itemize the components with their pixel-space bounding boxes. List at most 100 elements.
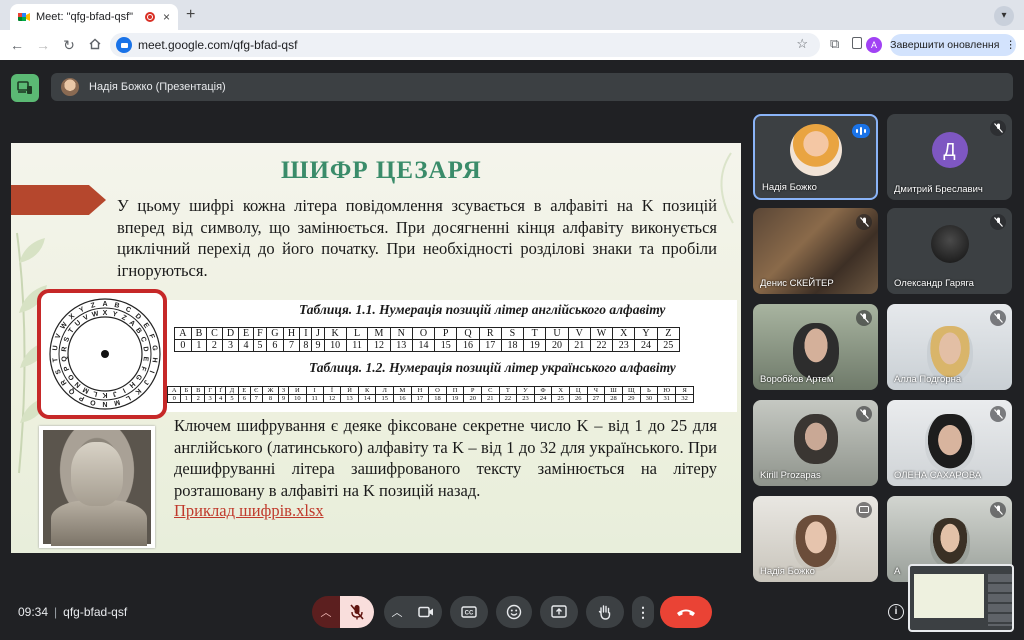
- record-icon: [144, 12, 155, 22]
- meeting-code: qfg-bfad-qsf: [63, 605, 128, 619]
- participant-video: [792, 515, 839, 572]
- table-cell-letter: Ь: [639, 386, 659, 395]
- tab-search-chevron-icon[interactable]: ▾: [994, 6, 1014, 26]
- alphabet-tables: Таблиця. 1.1. Нумерація позицій літер ан…: [159, 300, 737, 412]
- table-cell-letter: Ч: [586, 386, 606, 395]
- participant-name: Kirill Prozapas: [760, 470, 821, 481]
- chevron-up-icon: ︿: [391, 607, 403, 619]
- participant-tile[interactable]: ОЛЕНА САХАРОВА: [887, 400, 1012, 486]
- table-cell-letter: T: [523, 327, 547, 340]
- table-cell-letter: Ф: [533, 386, 553, 395]
- participant-tile[interactable]: Денис СКЕЙТЕР: [753, 208, 878, 294]
- info-icon[interactable]: i: [888, 604, 904, 620]
- table-cell-letter: Ю: [657, 386, 677, 395]
- table-cell-number: 13: [340, 394, 359, 403]
- table-cell-number: 21: [567, 339, 591, 352]
- table-cell-letter: Ї: [322, 386, 342, 395]
- table-cell-number: 23: [516, 394, 535, 403]
- participant-name: ОЛЕНА САХАРОВА: [894, 470, 982, 481]
- more-options-button[interactable]: ⋮: [632, 596, 654, 628]
- participant-name: Надія Божко: [762, 182, 817, 193]
- table-cell-number: 7: [282, 339, 301, 352]
- back-icon[interactable]: ←: [4, 37, 30, 53]
- participant-tile[interactable]: Алла Подгорна: [887, 304, 1012, 390]
- mic-off-icon: [856, 406, 872, 422]
- table-cell-letter: X: [612, 327, 636, 340]
- update-button[interactable]: Завершити оновлення ⋮: [890, 34, 1016, 56]
- example-file-link[interactable]: Приклад шифрів.xlsx: [174, 501, 324, 521]
- mic-off-icon: [990, 502, 1006, 518]
- table-cell-letter: B: [190, 327, 208, 340]
- extensions-icon[interactable]: ⧉: [830, 36, 839, 52]
- self-view-thumbnail[interactable]: [908, 564, 1014, 632]
- table-cell-number: 20: [463, 394, 482, 403]
- reactions-button[interactable]: [496, 596, 532, 628]
- participant-tile[interactable]: Kirill Prozapas: [753, 400, 878, 486]
- table-cell-number: 12: [367, 339, 391, 352]
- video-options-button[interactable]: ︿: [384, 596, 410, 628]
- side-panel-icon[interactable]: [852, 37, 862, 49]
- table-cell-number: 24: [533, 394, 553, 403]
- participant-name: Денис СКЕЙТЕР: [760, 278, 834, 289]
- table-cell-letter: C: [206, 327, 223, 340]
- reload-icon[interactable]: ↻: [56, 37, 82, 54]
- mic-off-icon: [990, 406, 1006, 422]
- table-cell-letter: O: [411, 327, 436, 340]
- wheel-letter: K: [102, 391, 107, 398]
- layout-toggle-button[interactable]: [11, 74, 39, 102]
- participant-name: Надія Божко: [760, 566, 815, 577]
- table-cell-letter: Е: [237, 386, 251, 395]
- table-cell-number: 16: [456, 339, 480, 352]
- audio-options-button[interactable]: ︿: [312, 596, 340, 628]
- presenter-label: Надія Божко (Презентація): [89, 81, 226, 93]
- table-cell-letter: N: [389, 327, 413, 340]
- new-tab-button[interactable]: +: [186, 6, 195, 24]
- table-cell-number: 20: [545, 339, 569, 352]
- bookmark-star-icon[interactable]: ☆: [796, 36, 808, 52]
- table-cell-letter: Y: [634, 327, 658, 340]
- table-cell-number: 32: [675, 394, 694, 403]
- participant-tile[interactable]: Надія Божко: [753, 496, 878, 582]
- site-info-icon[interactable]: [116, 37, 132, 53]
- participant-name: Воробйов Артем: [760, 374, 834, 385]
- participant-tile[interactable]: Воробйов Артем: [753, 304, 878, 390]
- self-view-grid-preview: [988, 574, 1012, 626]
- raise-hand-button[interactable]: [586, 596, 624, 628]
- captions-button[interactable]: CC: [450, 596, 488, 628]
- browser-tab-strip: Meet: "qfg-bfad-qsf" × + ▾: [0, 0, 1024, 30]
- table-cell-number: 22: [498, 394, 518, 403]
- table-cell-number: 26: [568, 394, 588, 403]
- participant-tile[interactable]: Олександр Гаряга: [887, 208, 1012, 294]
- mic-off-icon: [990, 120, 1006, 136]
- wheel-letter: D: [141, 346, 149, 352]
- table-cell-number: 19: [523, 339, 547, 352]
- table-cell-number: 2: [206, 339, 223, 352]
- camera-toggle-button[interactable]: [410, 596, 442, 628]
- table-cell-letter: V: [567, 327, 591, 340]
- table-cell-letter: D: [221, 327, 240, 340]
- table-cell-letter: Т: [498, 386, 518, 395]
- home-icon[interactable]: [82, 37, 108, 53]
- participant-tile[interactable]: Надія Божко: [753, 114, 878, 200]
- presenter-avatar: [61, 78, 79, 96]
- raise-hand-icon: [598, 605, 611, 620]
- tab-close-button[interactable]: ×: [163, 10, 170, 24]
- table-cell-letter: A: [174, 327, 192, 340]
- participant-tile[interactable]: Д Дмитрий Бреславич: [887, 114, 1012, 200]
- forward-icon[interactable]: →: [30, 37, 56, 53]
- leave-call-button[interactable]: [660, 596, 712, 628]
- present-now-button[interactable]: [540, 596, 578, 628]
- table-cell-number: 9: [278, 394, 290, 403]
- table-cell-number: 10: [323, 339, 347, 352]
- profile-avatar[interactable]: A: [866, 37, 882, 53]
- slide-paragraph-1: У цьому шифрі кожна літера повідомлення …: [117, 196, 717, 280]
- shared-presentation-slide: ШИФР ЦЕЗАРЯ У цьому шифрі кожна літера п…: [11, 143, 741, 553]
- slide-title: ШИФР ЦЕЗАРЯ: [281, 157, 482, 184]
- presentation-header[interactable]: Надія Божко (Презентація): [51, 73, 1013, 101]
- table-cell-number: 11: [305, 394, 324, 403]
- mic-toggle-button[interactable]: [340, 596, 374, 628]
- table-cell-letter: E: [238, 327, 254, 340]
- browser-tab-meet[interactable]: Meet: "qfg-bfad-qsf" ×: [10, 4, 178, 30]
- address-bar[interactable]: meet.google.com/qfg-bfad-qsf ☆: [110, 33, 820, 57]
- table-cell-number: 1: [190, 339, 208, 352]
